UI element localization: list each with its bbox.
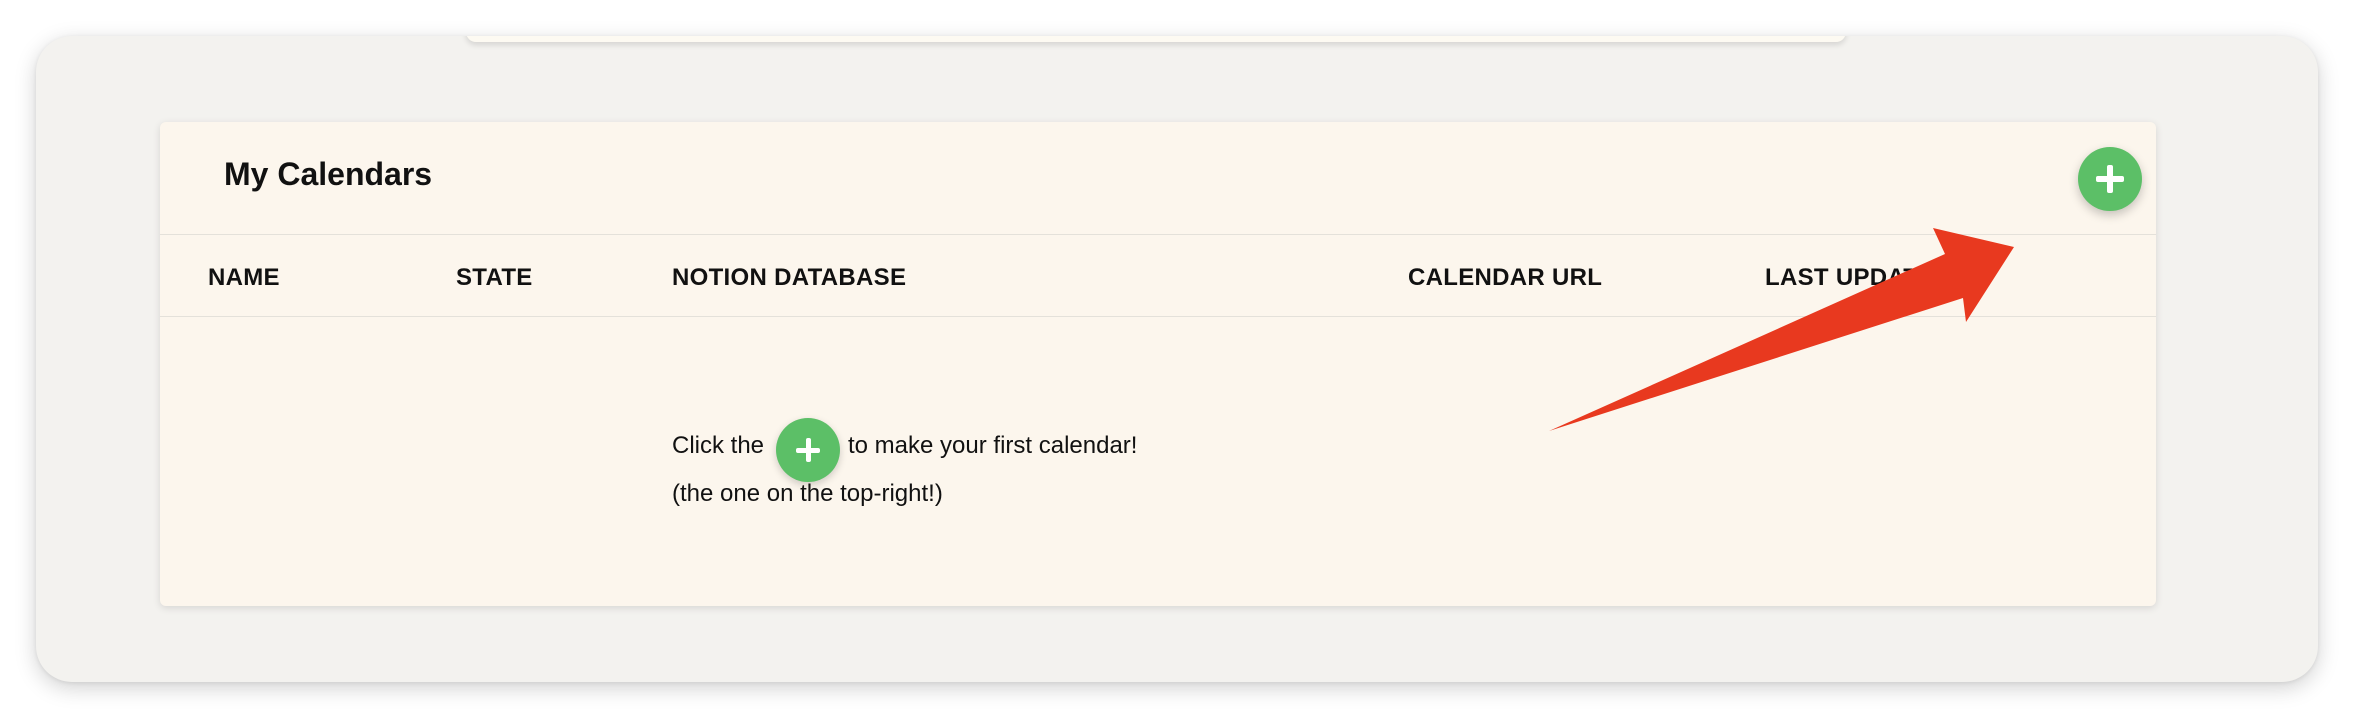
empty-state-hint: (the one on the top-right!)	[672, 480, 943, 507]
column-header-name: NAME	[208, 264, 280, 291]
card-header: My Calendars	[160, 122, 2156, 235]
add-calendar-button[interactable]	[2078, 147, 2142, 211]
calendars-card: My Calendars NAME STATE NOTION DATABASE …	[160, 122, 2156, 606]
column-header-state: STATE	[456, 264, 533, 291]
empty-state-text-before: Click the	[672, 432, 765, 459]
column-header-calendar-url: CALENDAR URL	[1408, 264, 1603, 291]
column-header-notion-database: NOTION DATABASE	[672, 264, 907, 291]
app-window: My Calendars NAME STATE NOTION DATABASE …	[36, 36, 2318, 682]
column-header-last-updated: LAST UPDATED	[1765, 264, 1953, 291]
inline-add-button[interactable]	[776, 418, 840, 482]
empty-state-text-after: to make your first calendar!	[848, 432, 1138, 459]
page-title: My Calendars	[224, 156, 433, 192]
top-sheet-edge	[466, 36, 1846, 42]
table-header: NAME STATE NOTION DATABASE CALENDAR URL …	[160, 236, 2156, 317]
